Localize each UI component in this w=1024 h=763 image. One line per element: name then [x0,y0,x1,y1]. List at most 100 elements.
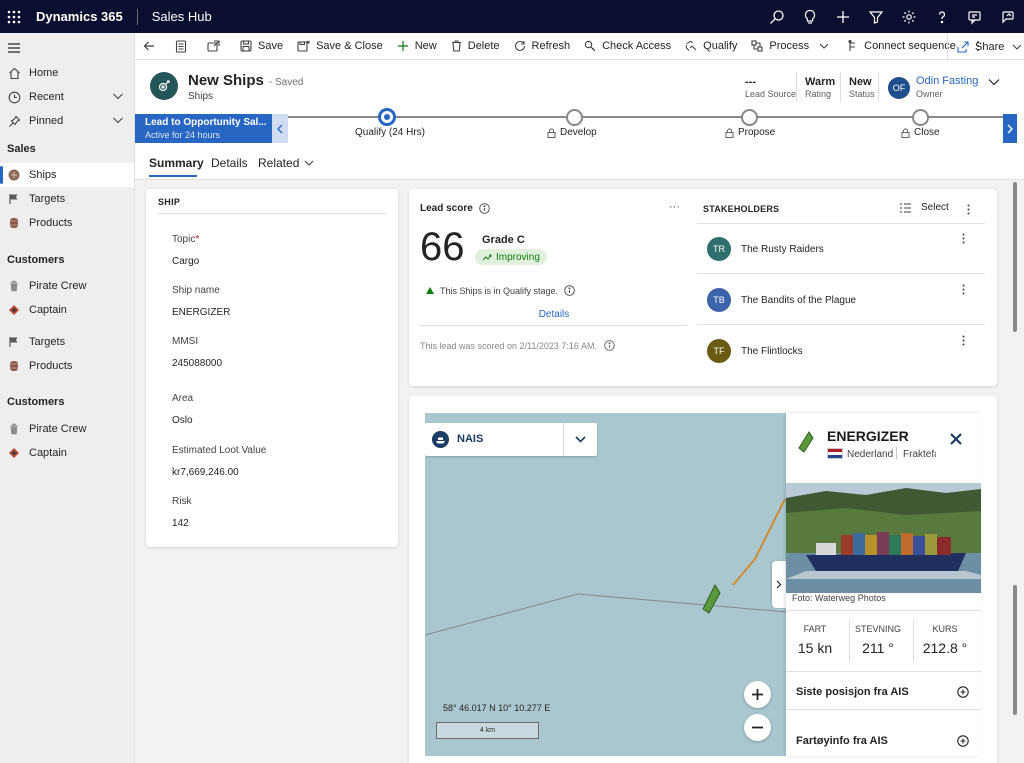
app-launcher-icon[interactable] [0,0,28,33]
loot-value-label: Estimated Loot Value [172,445,267,456]
close-icon[interactable] [950,433,962,445]
lead-score-more-icon[interactable]: ··· [669,201,680,213]
header-expand-chevron-icon[interactable] [988,76,1000,88]
sidebar-item-ships[interactable]: Ships [0,163,134,187]
filter-icon[interactable] [859,0,892,33]
ais-info-expander[interactable]: Fartøyinfo fra AIS [786,724,981,756]
connect-sequence-button[interactable]: Connect sequence [840,33,963,60]
sidebar-item-pirate-crew[interactable]: Pirate Crew [0,274,134,298]
assist-icon[interactable] [991,0,1024,33]
panel-collapse-button[interactable] [772,561,786,608]
stakeholders-more-icon[interactable] [967,204,970,215]
map-scrollbar-thumb[interactable] [1013,585,1017,715]
sidebar-item-captain-2[interactable]: Captain [0,441,134,465]
qualify-button[interactable]: Qualify [678,33,744,60]
page-scrollbar-thumb[interactable] [1013,182,1017,332]
sidebar-item-pirate-crew-2[interactable]: Pirate Crew [0,417,134,441]
stage-marker-develop[interactable] [566,109,583,126]
chevron-down-icon[interactable] [575,435,586,444]
chevron-down-icon[interactable] [112,90,124,102]
lightbulb-icon[interactable] [793,0,826,33]
stage-close[interactable]: Close [901,127,940,138]
hub-name[interactable]: Sales Hub [152,9,212,24]
tab-details[interactable]: Details [211,156,248,170]
process-flag[interactable]: Lead to Opportunity Sal... Active for 24… [135,114,272,143]
top-navigation-bar: Dynamics 365 Sales Hub [0,0,1024,33]
stakeholder-row[interactable]: TF The Flintlocks [697,326,985,376]
stage-marker-propose[interactable] [741,109,758,126]
save-status: - Saved [268,77,304,88]
topic-field[interactable]: Cargo [172,256,199,267]
pop-out-button[interactable] [200,33,233,60]
owner-link[interactable]: Odin Fasting [916,75,978,87]
app-name[interactable]: Dynamics 365 [36,9,123,24]
save-button[interactable]: Save [233,33,290,60]
tab-related[interactable]: Related [258,156,314,170]
new-button[interactable]: New [390,33,444,60]
save-close-button[interactable]: Save & Close [290,33,390,60]
ais-info-label: Fartøyinfo fra AIS [796,735,888,747]
chat-icon[interactable] [958,0,991,33]
stage-marker-qualify[interactable] [378,108,396,126]
stage-develop[interactable]: Develop [547,127,597,138]
stakeholder-row[interactable]: TR The Rusty Raiders [697,224,985,274]
ais-position-expander[interactable]: Siste posisjon fra AIS [786,675,981,707]
stakeholder-row[interactable]: TB The Bandits of the Plague [697,275,985,325]
loot-value-field[interactable]: kr7,669,246.00 [172,467,239,478]
settings-icon[interactable] [892,0,925,33]
divider [840,72,841,102]
plus-icon[interactable] [826,0,859,33]
avatar: TF [707,339,731,363]
stage-label-qualify[interactable]: Qualify (24 Hrs) [340,127,440,138]
vessel-marker-icon[interactable] [700,583,722,615]
help-icon[interactable] [925,0,958,33]
delete-button[interactable]: Delete [444,33,507,60]
zoom-in-button[interactable] [744,681,771,708]
ship-name-field[interactable]: ENERGIZER [172,307,230,318]
lead-grade: Grade C [482,234,525,246]
sidebar-item-targets[interactable]: Targets [0,187,134,211]
sidebar-item-targets-2[interactable]: Targets [0,330,134,354]
owner-label: Owner [916,89,943,99]
zoom-out-button[interactable] [744,714,771,741]
refresh-button[interactable]: Refresh [507,33,578,60]
stage-prev-button[interactable] [272,114,288,143]
avatar[interactable]: OF [888,77,910,99]
back-button[interactable] [135,33,168,60]
sidebar-item-recent[interactable]: Recent [0,85,134,109]
command-bar: Save Save & Close New Delete Refresh Che… [135,33,1024,60]
row-more-icon[interactable] [962,284,965,295]
layer-selector[interactable]: NAIS [425,423,597,456]
ais-position-label: Siste posisjon fra AIS [796,686,909,698]
mmsi-field[interactable]: 245088000 [172,358,222,369]
check-access-button[interactable]: Check Access [577,33,678,60]
stage-marker-close[interactable] [912,109,929,126]
barrel-icon [7,359,21,373]
sidebar-item-captain[interactable]: Captain [0,298,134,322]
expand-plus-icon[interactable] [957,686,969,698]
chevron-down-icon[interactable] [112,114,124,126]
divider [947,33,948,60]
hamburger-menu-icon[interactable] [7,42,21,54]
sidebar-item-home[interactable]: Home [0,61,134,85]
sidebar-item-products[interactable]: Products [0,211,134,235]
stage-next-button[interactable] [1003,114,1017,143]
form-view-button[interactable] [168,33,200,60]
row-more-icon[interactable] [962,233,965,244]
area-field[interactable]: Oslo [172,415,193,426]
sidebar-item-label: Pirate Crew [29,280,87,292]
tab-summary[interactable]: Summary [149,156,204,170]
stage-propose[interactable]: Propose [725,127,775,138]
search-icon[interactable] [760,0,793,33]
trend-badge: Improving [475,249,547,265]
select-button[interactable]: Select [900,202,949,213]
row-more-icon[interactable] [962,335,965,346]
details-link[interactable]: Details [529,309,579,320]
risk-field[interactable]: 142 [172,518,189,529]
share-button[interactable]: Share [950,33,1024,60]
expand-plus-icon[interactable] [957,735,969,747]
divider [896,447,897,460]
sidebar-item-pinned[interactable]: Pinned [0,109,134,133]
process-button[interactable]: Process [744,33,836,60]
sidebar-item-products-2[interactable]: Products [0,354,134,378]
